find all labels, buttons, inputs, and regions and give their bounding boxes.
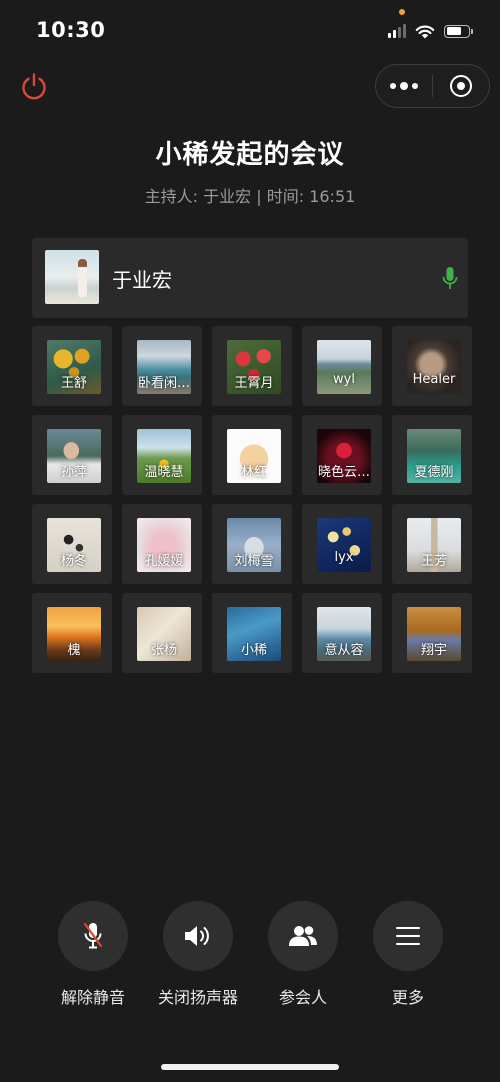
participants-button[interactable] — [268, 901, 338, 971]
more-button[interactable] — [373, 901, 443, 971]
participant-tile[interactable]: 张杨 — [122, 593, 202, 673]
meeting-subtitle: 主持人: 于业宏 | 时间: 16:51 — [144, 187, 356, 206]
participant-tile[interactable]: 翔宇 — [392, 593, 472, 673]
participant-name: 刘梅雪 — [234, 554, 274, 569]
participant-tile[interactable]: lyx — [302, 504, 382, 584]
participant-name: 孙萍 — [60, 465, 87, 480]
status-icons — [388, 22, 473, 40]
participant-tile[interactable]: 王舒 — [32, 326, 112, 406]
participant-tile[interactable]: 王芳 — [392, 504, 472, 584]
participant-tile[interactable]: Healer — [392, 326, 472, 406]
participant-name: 王芳 — [420, 554, 447, 569]
host-card[interactable]: 于业宏 — [32, 238, 468, 318]
participant-name: 温晓慧 — [144, 465, 184, 480]
status-bar: 10:30 — [0, 0, 500, 60]
battery-icon — [444, 24, 473, 38]
participant-name: 槐 — [67, 643, 81, 658]
speaker-off-label: 关闭扬声器 — [157, 988, 238, 1007]
participant-tile[interactable]: wyl — [302, 326, 382, 406]
participant-name: lyx — [334, 550, 354, 565]
participant-tile[interactable]: 王霄月 — [212, 326, 292, 406]
participant-tile[interactable]: 孔媛媛 — [122, 504, 202, 584]
power-icon[interactable] — [20, 72, 48, 100]
more-dots-icon — [390, 82, 418, 90]
more-label: 更多 — [391, 988, 424, 1007]
participant-name: 林红 — [240, 465, 267, 480]
participant-tile[interactable]: 意从容 — [302, 593, 382, 673]
participant-tile[interactable]: 温晓慧 — [122, 415, 202, 495]
recording-indicator-dot — [399, 9, 405, 15]
participants-control[interactable]: 参会人 — [248, 901, 358, 1008]
menu-icon — [396, 927, 420, 945]
participant-name: 晓色云… — [317, 465, 370, 480]
people-icon — [289, 926, 317, 946]
speaker-off-button[interactable] — [163, 901, 233, 971]
signal-icon — [388, 24, 406, 38]
participant-name: 杨冬 — [60, 554, 87, 569]
unmute-button[interactable] — [58, 901, 128, 971]
meeting-title: 小稀发起的会议 — [155, 140, 345, 170]
participant-tile[interactable]: 刘梅雪 — [212, 504, 292, 584]
unmute-control[interactable]: 解除静音 — [38, 901, 148, 1008]
participant-tile[interactable]: 晓色云… — [302, 415, 382, 495]
participant-name: 卧看闲… — [137, 376, 190, 391]
participant-name: Healer — [412, 372, 456, 387]
close-miniprogram-button[interactable] — [433, 65, 489, 107]
muted-microphone-icon — [83, 922, 103, 949]
participant-name: 王舒 — [60, 376, 87, 391]
participant-tile[interactable]: 林红 — [212, 415, 292, 495]
participant-name: 孔媛媛 — [144, 554, 184, 569]
microphone-icon — [442, 267, 458, 289]
speaker-icon — [185, 926, 209, 946]
wifi-icon — [415, 25, 435, 38]
speaker-control[interactable]: 关闭扬声器 — [143, 901, 253, 1008]
participants-grid: 王舒 卧看闲… 王霄月 wyl Healer 孙萍 温晓慧 林红 晓色云… 夏德… — [32, 326, 478, 673]
meeting-controls: 解除静音 关闭扬声器 参会人 更多 — [0, 901, 500, 1011]
participant-tile[interactable]: 小稀 — [212, 593, 292, 673]
participant-name: 夏德刚 — [414, 465, 454, 480]
participant-tile[interactable]: 夏德刚 — [392, 415, 472, 495]
target-icon — [450, 75, 472, 97]
host-avatar — [45, 250, 99, 304]
unmute-label: 解除静音 — [60, 988, 125, 1007]
participants-label: 参会人 — [278, 988, 327, 1007]
participant-name: wyl — [333, 372, 355, 387]
participant-tile[interactable]: 槐 — [32, 593, 112, 673]
more-control[interactable]: 更多 — [353, 901, 463, 1008]
participant-tile[interactable]: 杨冬 — [32, 504, 112, 584]
miniprogram-capsule — [375, 64, 490, 108]
participant-tile[interactable]: 卧看闲… — [122, 326, 202, 406]
host-name: 于业宏 — [112, 268, 172, 292]
participant-name: 小稀 — [240, 643, 267, 658]
participant-tile[interactable]: 孙萍 — [32, 415, 112, 495]
home-indicator[interactable] — [161, 1064, 339, 1070]
more-options-button[interactable] — [376, 65, 432, 107]
participant-name: 张杨 — [150, 643, 177, 658]
status-time: 10:30 — [36, 18, 106, 42]
participant-name: 翔宇 — [420, 643, 447, 658]
participant-name: 意从容 — [324, 643, 364, 658]
participant-name: 王霄月 — [234, 376, 274, 391]
